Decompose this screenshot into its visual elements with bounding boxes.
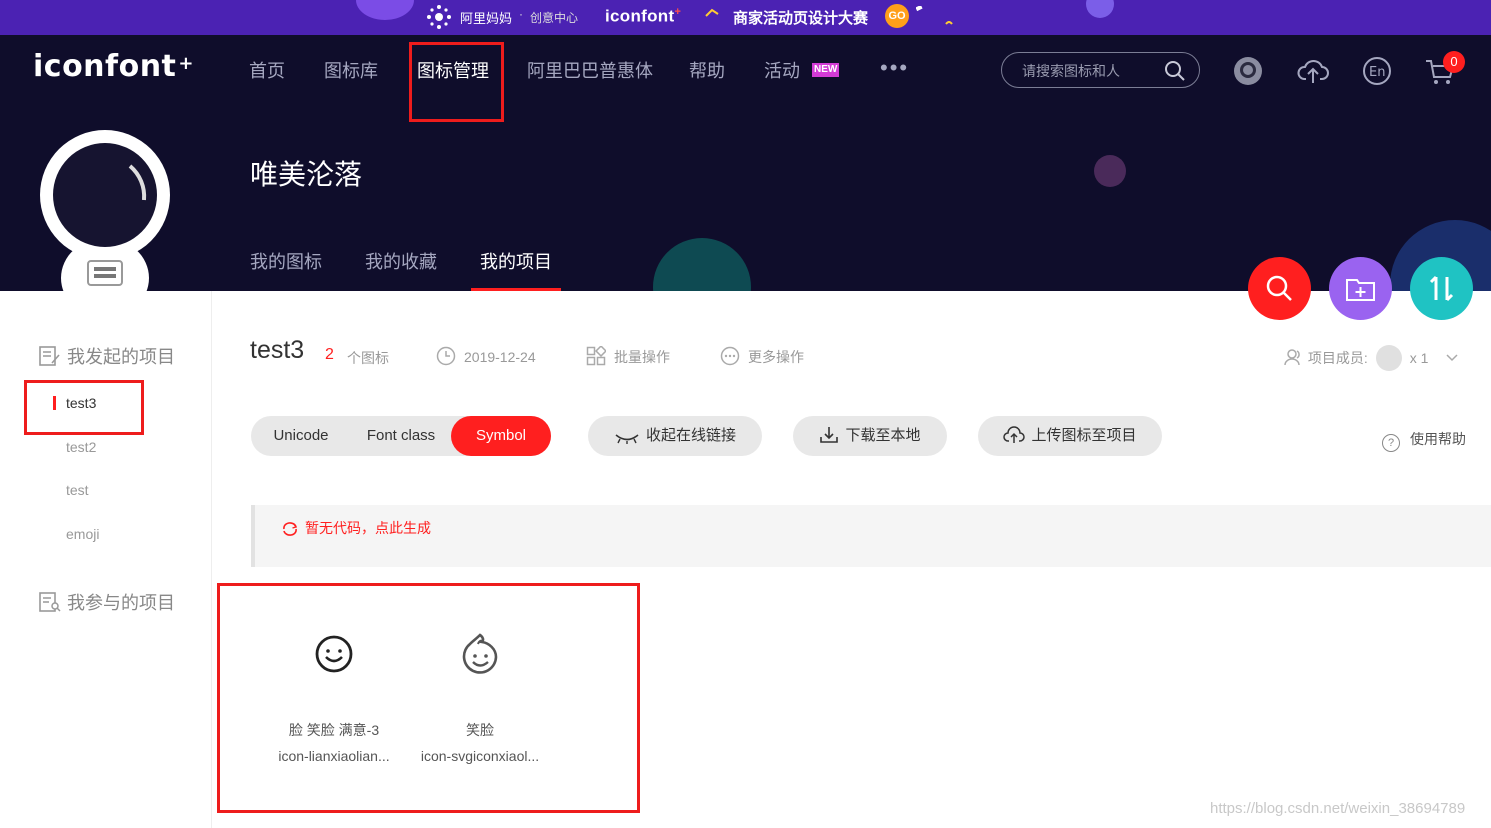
project-title: test3: [250, 336, 305, 364]
chevron-down-icon[interactable]: [1446, 354, 1458, 362]
confetti-icon: [705, 8, 719, 17]
tab-symbol[interactable]: Symbol: [451, 416, 551, 456]
icon-count: 2: [325, 346, 334, 363]
upload-cloud-icon[interactable]: [1297, 55, 1329, 87]
project-date: 2019-12-24: [436, 346, 536, 366]
icon-count-label: 个图标: [347, 350, 389, 366]
iconfont-logo[interactable]: iconfont +: [33, 49, 194, 84]
banner-decoration: [356, 0, 414, 20]
refresh-icon: [283, 522, 298, 536]
download-local-button[interactable]: 下载至本地: [793, 416, 947, 456]
members-label: 项目成员:: [1307, 350, 1368, 366]
header-decoration: [1094, 155, 1126, 187]
astronaut-avatar[interactable]: [38, 128, 173, 291]
nav-home[interactable]: 首页: [249, 57, 285, 83]
add-folder-fab[interactable]: [1329, 257, 1392, 320]
annotation-box: [24, 380, 144, 435]
promo-iconfont-logo: iconfont+: [605, 6, 682, 26]
grid-icon: [586, 344, 608, 366]
profile-username: 唯美沦落: [250, 159, 363, 190]
sort-icon: [1429, 275, 1454, 302]
search-box[interactable]: [1001, 52, 1200, 88]
batch-operations-button[interactable]: 批量操作: [586, 344, 670, 367]
site-header: iconfont + 首页 图标库 图标管理 阿里巴巴普惠体 帮助 活动 NEW …: [0, 35, 1491, 291]
project-sidebar: 我发起的项目 test3 test2 test emoji 我参与的项目: [0, 291, 212, 828]
joined-projects-heading[interactable]: 我参与的项目: [39, 589, 175, 615]
header-decoration: [653, 238, 751, 291]
project-members[interactable]: 项目成员: x 1: [1284, 345, 1458, 371]
new-badge: NEW: [812, 63, 840, 77]
nav-more-button[interactable]: •••: [880, 55, 909, 81]
usage-help-link[interactable]: ? 使用帮助: [1382, 429, 1466, 452]
alimama-brand-text: 阿里妈妈: [460, 11, 513, 26]
more-dots-icon: [720, 346, 740, 366]
format-toggle: Unicode Font class Symbol: [251, 416, 551, 456]
annotation-box: [217, 583, 640, 813]
generate-code-link[interactable]: 暂无代码，点此生成: [281, 518, 431, 538]
contest-title: 商家活动页设计大赛: [733, 10, 869, 27]
sidebar-project-test2[interactable]: test2: [66, 439, 96, 455]
more-operations-button[interactable]: 更多操作: [720, 346, 804, 367]
banner-decoration: [1086, 0, 1114, 18]
go-button[interactable]: GO: [885, 4, 909, 28]
promo-banner[interactable]: 阿里妈妈 · 创意中心 iconfont+ 商家活动页设计大赛 GO: [0, 0, 1491, 35]
banner-separator: ·: [519, 7, 523, 21]
clock-icon: [436, 346, 456, 366]
started-projects-heading[interactable]: 我发起的项目: [39, 343, 175, 369]
upload-cloud-icon: [1003, 426, 1026, 443]
annotation-box: [409, 42, 504, 122]
members-icon: [1284, 349, 1300, 366]
nav-icon-library[interactable]: 图标库: [324, 57, 378, 83]
search-icon: [1266, 275, 1292, 301]
tab-my-icons[interactable]: 我的图标: [250, 248, 322, 274]
creative-center-text: 创意中心: [530, 11, 579, 25]
joined-document-icon: [39, 592, 61, 612]
add-folder-icon: [1346, 279, 1375, 301]
nav-alibaba-font[interactable]: 阿里巴巴普惠体: [527, 57, 653, 83]
confetti-icon: [916, 6, 953, 25]
edit-document-icon: [39, 346, 60, 366]
members-count: x 1: [1409, 350, 1429, 366]
sidebar-project-emoji[interactable]: emoji: [66, 526, 99, 542]
sidebar-project-test[interactable]: test: [66, 482, 89, 498]
nav-activities[interactable]: 活动: [764, 57, 800, 83]
tab-my-projects[interactable]: 我的项目: [480, 248, 552, 274]
language-en-icon[interactable]: En: [1361, 55, 1393, 87]
search-icon[interactable]: [1164, 60, 1186, 82]
code-area: 暂无代码，点此生成: [251, 505, 1491, 567]
sort-fab[interactable]: [1410, 257, 1473, 320]
closed-eye-icon: [615, 434, 639, 444]
tab-font-class[interactable]: Font class: [351, 416, 451, 456]
user-avatar-icon[interactable]: [1232, 55, 1264, 87]
active-tab-indicator: [471, 288, 561, 291]
collapse-online-link-button[interactable]: 收起在线链接: [588, 416, 762, 456]
tab-my-favorites[interactable]: 我的收藏: [365, 248, 437, 274]
tab-unicode[interactable]: Unicode: [251, 416, 351, 456]
cart-count-badge: 0: [1443, 51, 1465, 73]
watermark: https://blog.csdn.net/weixin_38694789: [1210, 800, 1466, 817]
nav-help[interactable]: 帮助: [689, 57, 725, 83]
svg-text:En: En: [1369, 65, 1385, 80]
alimama-logo-icon: [427, 5, 451, 29]
search-fab[interactable]: [1248, 257, 1311, 320]
search-input[interactable]: [1022, 61, 1162, 81]
question-icon: ?: [1382, 434, 1400, 452]
download-icon: [820, 427, 839, 443]
upload-icons-button[interactable]: 上传图标至项目: [978, 416, 1162, 456]
member-avatar: [1375, 345, 1402, 371]
